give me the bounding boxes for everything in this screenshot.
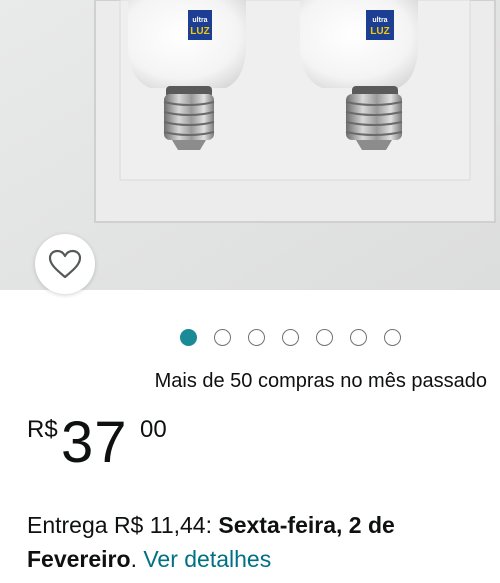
carousel-dot-6[interactable] xyxy=(350,328,367,346)
brand-badge-top-right: ultra xyxy=(372,17,387,24)
price-currency-symbol: R$ xyxy=(27,416,58,443)
brand-badge-bottom-left: LUZ xyxy=(190,26,209,37)
brand-badge-bottom-right: LUZ xyxy=(370,26,389,37)
carousel-dot-7[interactable] xyxy=(384,328,401,346)
delivery-prefix: Entrega R$ 11,44: xyxy=(27,512,219,538)
purchase-count-text: Mais de 50 compras no mês passado xyxy=(154,370,487,392)
carousel-dot-2[interactable] xyxy=(214,328,231,346)
brand-badge-top-left: ultra xyxy=(192,17,207,24)
carousel-dot-5[interactable] xyxy=(316,328,333,346)
heart-outline-icon xyxy=(48,249,82,279)
delivery-info: Entrega R$ 11,44: Sexta-feira, 2 de Feve… xyxy=(27,508,487,576)
price-fraction: 00 xyxy=(140,416,167,443)
carousel-dot-1[interactable] xyxy=(180,328,197,346)
image-carousel-dots xyxy=(180,328,401,346)
delivery-separator: . xyxy=(130,546,144,572)
price-whole: 37 xyxy=(61,410,128,475)
carousel-dot-4[interactable] xyxy=(282,328,299,346)
carousel-dot-3[interactable] xyxy=(248,328,265,346)
delivery-details-link[interactable]: Ver detalhes xyxy=(143,546,271,572)
wishlist-button[interactable] xyxy=(35,234,95,294)
